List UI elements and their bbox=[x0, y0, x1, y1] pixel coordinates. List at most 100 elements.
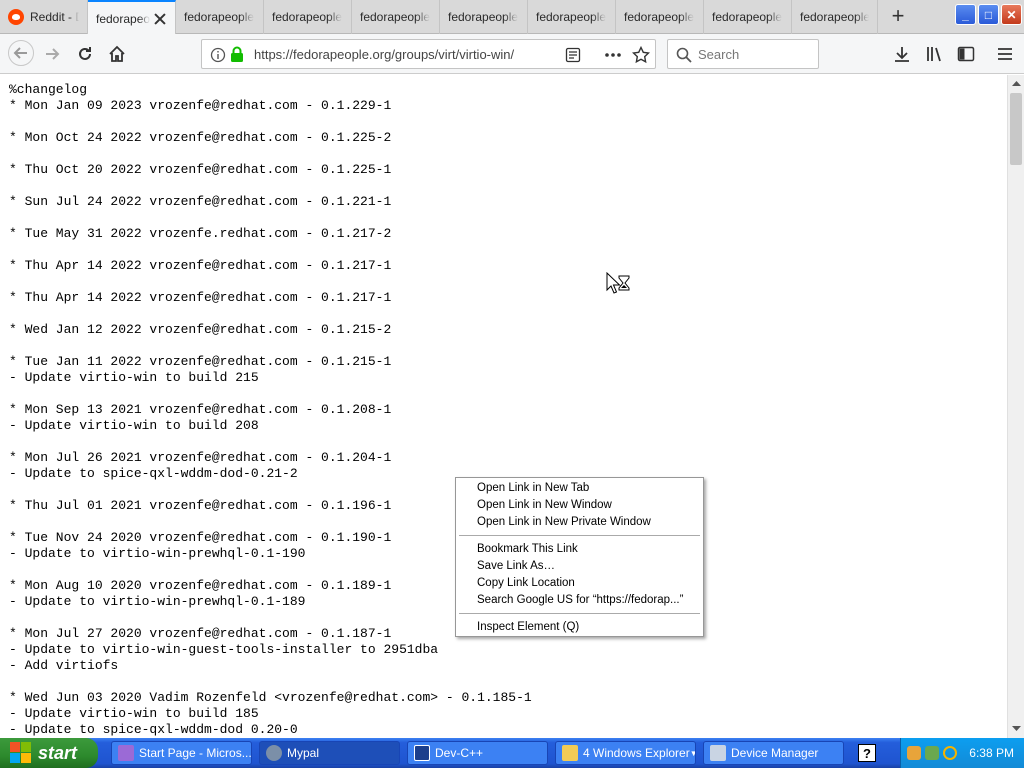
changelog-line: * Wed Jan 12 2022 vrozenfe@redhat.com - … bbox=[9, 322, 392, 337]
menu-item-search-google[interactable]: Search Google US for “https://fedorap...… bbox=[456, 592, 703, 609]
sidebar-button[interactable] bbox=[954, 42, 978, 66]
changelog-line bbox=[9, 114, 532, 130]
changelog-line bbox=[9, 178, 532, 194]
menu-separator bbox=[459, 535, 700, 536]
browser-tab[interactable]: fedorapeople bbox=[528, 0, 616, 34]
changelog-line bbox=[9, 306, 532, 322]
browser-tab[interactable]: Reddit - D bbox=[0, 0, 88, 34]
start-button[interactable]: start bbox=[0, 738, 98, 768]
tab-label: fedorapeople bbox=[272, 10, 343, 24]
menu-item-save-link-as[interactable]: Save Link As… bbox=[456, 558, 703, 575]
menu-item-open-new-window[interactable]: Open Link in New Window bbox=[456, 497, 703, 514]
sidebar-icon bbox=[957, 46, 975, 62]
taskbar-button-mypal[interactable]: Mypal bbox=[259, 741, 400, 765]
tray-network-icon[interactable] bbox=[925, 746, 939, 760]
arrow-left-icon bbox=[13, 47, 27, 59]
tray-app-icon[interactable] bbox=[907, 746, 921, 760]
group-dropdown-icon[interactable]: ▼ bbox=[690, 749, 695, 758]
menu-item-bookmark-link[interactable]: Bookmark This Link bbox=[456, 541, 703, 558]
scroll-up-icon[interactable] bbox=[1012, 80, 1021, 86]
tab-label: fedorapeople bbox=[536, 10, 607, 24]
changelog-line: * Tue Jan 11 2022 vrozenfe@redhat.com - … bbox=[9, 354, 392, 369]
info-icon[interactable] bbox=[210, 47, 226, 63]
home-icon bbox=[109, 45, 125, 62]
taskbar-button-devcpp[interactable]: Dev-C++ bbox=[407, 741, 548, 765]
search-icon bbox=[676, 47, 692, 63]
menu-item-open-new-tab[interactable]: Open Link in New Tab bbox=[456, 480, 703, 497]
changelog-line: %changelog bbox=[9, 82, 88, 97]
more-icon[interactable] bbox=[604, 47, 622, 63]
changelog-line: * Thu Apr 14 2022 vrozenfe@redhat.com - … bbox=[9, 258, 392, 273]
browser-tab[interactable]: fedorapeople bbox=[264, 0, 352, 34]
browser-tab[interactable]: fedorapeople bbox=[704, 0, 792, 34]
changelog-line: * Mon Jul 27 2020 vrozenfe@redhat.com - … bbox=[9, 626, 392, 641]
devcpp-icon bbox=[414, 745, 430, 761]
menu-button[interactable] bbox=[993, 42, 1017, 66]
maximize-button[interactable]: □ bbox=[978, 4, 999, 25]
reload-icon bbox=[79, 47, 91, 60]
changelog-line: * Thu Apr 14 2022 vrozenfe@redhat.com - … bbox=[9, 290, 392, 305]
close-tab-icon[interactable] bbox=[153, 12, 167, 26]
changelog-line: - Update to virtio-win-guest-tools-insta… bbox=[9, 642, 439, 657]
tab-label: fedorapeople bbox=[360, 10, 431, 24]
help-button[interactable]: ? bbox=[858, 744, 876, 762]
taskbar: start Start Page - Micros... Mypal Dev-C… bbox=[0, 738, 1024, 768]
back-button[interactable] bbox=[8, 40, 34, 66]
library-button[interactable] bbox=[922, 42, 946, 66]
changelog-line: * Thu Jul 01 2021 vrozenfe@redhat.com - … bbox=[9, 498, 392, 513]
taskbar-button-label: 4 Windows Explorer bbox=[583, 746, 690, 760]
changelog-line: - Update virtio-win to build 208 bbox=[9, 418, 259, 433]
changelog-line bbox=[9, 610, 532, 626]
new-tab-button[interactable]: + bbox=[884, 4, 912, 30]
taskbar-button-label: Mypal bbox=[287, 746, 320, 760]
start-label: start bbox=[38, 742, 78, 763]
browser-tab[interactable]: fedorapeople bbox=[440, 0, 528, 34]
tab-label: Reddit - D bbox=[30, 10, 79, 24]
link-context-menu: Open Link in New Tab Open Link in New Wi… bbox=[455, 477, 704, 637]
minimize-button[interactable]: _ bbox=[955, 4, 976, 25]
scroll-down-icon[interactable] bbox=[1012, 726, 1021, 732]
home-button[interactable] bbox=[105, 42, 129, 66]
changelog-line bbox=[9, 514, 532, 530]
changelog-line bbox=[9, 386, 532, 402]
changelog-line: * Mon Sep 13 2021 vrozenfe@redhat.com - … bbox=[9, 402, 392, 417]
menu-item-open-private-window[interactable]: Open Link in New Private Window bbox=[456, 514, 703, 531]
vertical-scrollbar[interactable] bbox=[1007, 75, 1024, 738]
browser-tab[interactable]: fedorapeople bbox=[792, 0, 878, 34]
downloads-button[interactable] bbox=[890, 42, 914, 66]
taskbar-button-device-manager[interactable]: Device Manager bbox=[703, 741, 844, 765]
reload-button[interactable] bbox=[73, 42, 97, 66]
reader-view-icon[interactable] bbox=[565, 47, 581, 63]
menu-item-inspect-element[interactable]: Inspect Element (Q) bbox=[456, 619, 703, 636]
changelog-text: %changelog * Mon Jan 09 2023 vrozenfe@red… bbox=[9, 82, 532, 738]
browser-tab[interactable]: fedorapeople bbox=[616, 0, 704, 34]
scrollbar-thumb[interactable] bbox=[1010, 93, 1022, 165]
changelog-line: * Mon Jul 26 2021 vrozenfe@redhat.com - … bbox=[9, 450, 392, 465]
folder-icon bbox=[562, 745, 578, 761]
changelog-line bbox=[9, 434, 532, 450]
taskbar-button-label: Dev-C++ bbox=[435, 746, 484, 760]
lock-icon[interactable] bbox=[230, 46, 244, 63]
url-text[interactable]: https://fedorapeople.org/groups/virt/vir… bbox=[254, 47, 544, 62]
reddit-icon bbox=[8, 9, 24, 25]
browser-tab[interactable]: fedorapeo bbox=[88, 0, 176, 35]
star-icon[interactable] bbox=[632, 46, 650, 64]
windows-logo-icon bbox=[10, 742, 32, 764]
changelog-line: - Update to virtio-win-prewhql-0.1-189 bbox=[9, 594, 306, 609]
mypal-browser-icon bbox=[266, 745, 282, 761]
taskbar-button-start-page[interactable]: Start Page - Micros... bbox=[111, 741, 252, 765]
clock: 6:38 PM bbox=[969, 746, 1014, 760]
taskbar-button-windows-explorer[interactable]: 4 Windows Explorer ▼ bbox=[555, 741, 696, 765]
url-bar[interactable]: https://fedorapeople.org/groups/virt/vir… bbox=[201, 39, 656, 69]
changelog-line bbox=[9, 146, 532, 162]
changelog-line bbox=[9, 482, 532, 498]
menu-item-copy-link-location[interactable]: Copy Link Location bbox=[456, 575, 703, 592]
tab-label: fedorapeo bbox=[96, 11, 151, 26]
browser-tab[interactable]: fedorapeople bbox=[352, 0, 440, 34]
navigation-toolbar: https://fedorapeople.org/groups/virt/vir… bbox=[0, 34, 1024, 74]
forward-button[interactable] bbox=[40, 42, 64, 66]
browser-tab[interactable]: fedorapeople bbox=[176, 0, 264, 34]
search-bar[interactable]: Search bbox=[667, 39, 819, 69]
close-window-button[interactable]: ✕ bbox=[1001, 4, 1022, 25]
tray-search-icon[interactable] bbox=[943, 746, 957, 760]
